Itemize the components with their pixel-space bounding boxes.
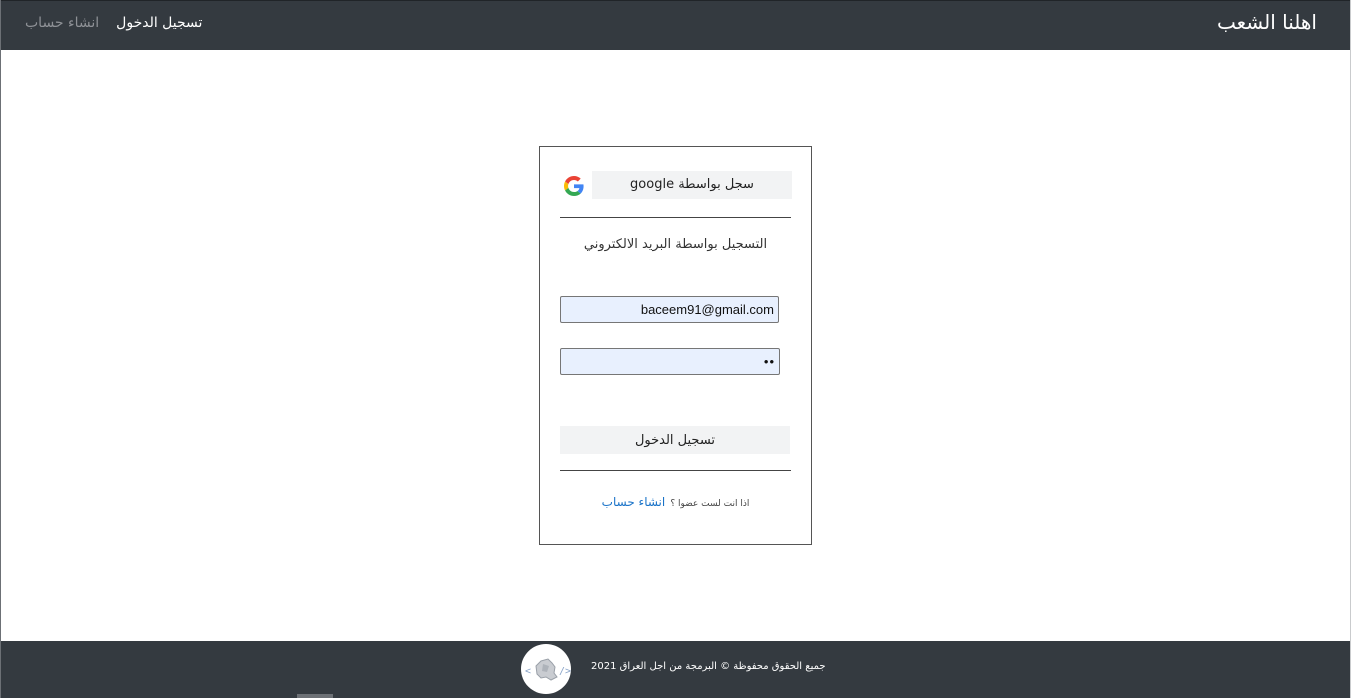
nav-link-login[interactable]: تسجيل الدخول	[116, 15, 202, 31]
login-card: سجل بواسطة google التسجيل بواسطة البريد …	[539, 146, 812, 545]
top-navbar: اهلنا الشعب تسجيل الدخول انشاء حساب	[1, 0, 1350, 50]
signup-prompt: اذا انت لست عضوا ؟	[670, 499, 750, 509]
svg-text:/>: />	[559, 666, 571, 677]
copyright-text: جميع الحقوق محفوظة © البرمجة من اجل العر…	[591, 661, 826, 672]
nav-links: تسجيل الدخول انشاء حساب	[25, 15, 202, 31]
iraq-map-code-logo: < />	[521, 644, 571, 694]
google-signin-row: سجل بواسطة google	[562, 171, 792, 199]
nav-link-signup[interactable]: انشاء حساب	[25, 15, 99, 31]
email-section-heading: التسجيل بواسطة البريد الالكتروني	[583, 237, 768, 252]
password-input[interactable]	[560, 348, 780, 375]
divider	[560, 470, 791, 471]
page: اهلنا الشعب تسجيل الدخول انشاء حساب سجل …	[0, 0, 1351, 698]
svg-text:<: <	[525, 666, 531, 677]
brand-title[interactable]: اهلنا الشعب	[1217, 10, 1317, 34]
google-signin-button[interactable]: سجل بواسطة google	[592, 171, 792, 199]
google-g-icon[interactable]	[564, 176, 584, 196]
signup-row: اذا انت لست عضوا ؟ انشاء حساب	[540, 491, 811, 510]
email-input[interactable]	[560, 296, 779, 323]
signup-link[interactable]: انشاء حساب	[602, 495, 666, 509]
divider	[560, 217, 791, 218]
footer: < /> جميع الحقوق محفوظة © البرمجة من اجل…	[1, 641, 1350, 698]
login-button[interactable]: تسجيل الدخول	[560, 426, 790, 454]
scroll-tab	[297, 694, 333, 698]
